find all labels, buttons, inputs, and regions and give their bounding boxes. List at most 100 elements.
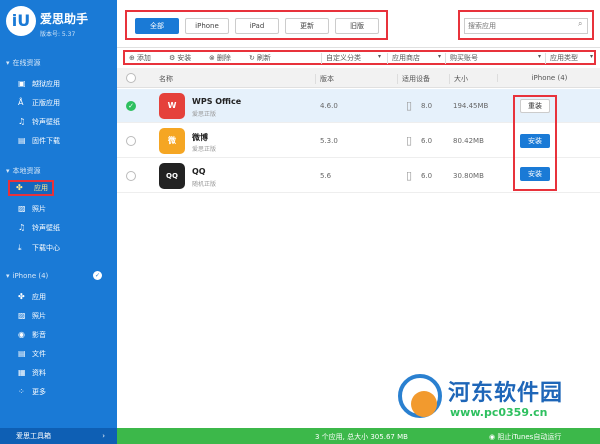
tab-all[interactable]: 全部 xyxy=(135,18,179,34)
app-type-dropdown[interactable]: 应用类型 ▾ xyxy=(545,53,593,64)
tab-ipad[interactable]: iPad xyxy=(235,18,279,34)
media-icon: ◉ xyxy=(18,330,25,339)
watermark-swirl xyxy=(411,391,437,417)
sidebar-item-firmware[interactable]: ▤ 固件下载 xyxy=(4,133,104,149)
chevron-down-icon: ▾ xyxy=(437,53,441,60)
toolbox-button[interactable]: 爱思工具箱 › xyxy=(0,428,117,444)
add-button[interactable]: ⊕ 添加 xyxy=(129,53,151,63)
data-icon: ▦ xyxy=(18,368,26,377)
collapse-icon: ▾ xyxy=(6,167,10,175)
select-all-radio[interactable] xyxy=(126,73,136,83)
header-size[interactable]: 大小 xyxy=(449,74,468,84)
header-name[interactable]: 名称 xyxy=(159,74,173,84)
app-version: 版本号: 5.37 xyxy=(40,31,76,38)
sidebar-item-label: 越狱应用 xyxy=(32,80,60,88)
sidebar-item-ringtones-local[interactable]: ♫ 铃声壁纸 xyxy=(4,220,104,236)
reinstall-button[interactable]: 重装 xyxy=(520,99,550,113)
row-radio[interactable] xyxy=(126,136,136,146)
header-device[interactable]: 适用设备 xyxy=(397,74,430,84)
row-checked-radio[interactable]: ✓ xyxy=(126,101,136,111)
install-label: 安装 xyxy=(177,54,192,62)
more-icon: ⁘ xyxy=(18,387,25,396)
dropdown-label: 购买账号 xyxy=(450,54,478,62)
custom-category-dropdown[interactable]: 自定义分类 ▾ xyxy=(321,53,381,64)
ringtone-icon: ♫ xyxy=(18,223,26,232)
sidebar-item-label: 文件 xyxy=(32,350,46,358)
row-radio[interactable] xyxy=(126,171,136,181)
install-weibo-button[interactable]: 安装 xyxy=(520,134,550,148)
tab-iphone[interactable]: iPhone xyxy=(185,18,229,34)
app-logo: iU xyxy=(6,6,36,36)
app-source: 爱思正版 xyxy=(192,111,217,118)
sidebar-item-label: 正版应用 xyxy=(32,99,60,107)
section-device[interactable]: ▾ iPhone (4) xyxy=(6,272,48,280)
sidebar-item-label: 照片 xyxy=(32,205,46,213)
iphone-device-icon: ▯ xyxy=(406,169,413,182)
jailbreak-icon: ▣ xyxy=(18,79,26,88)
tab-updates[interactable]: 更新 xyxy=(285,18,329,34)
install-button[interactable]: ⚙ 安装 xyxy=(169,53,191,63)
app-size: 30.80MB xyxy=(453,172,484,180)
section-local-label: 本地资源 xyxy=(12,167,41,175)
app-version: 5.3.0 xyxy=(320,137,338,145)
sidebar-item-device-photos[interactable]: ▨ 照片 xyxy=(4,308,104,324)
sidebar-item-download-center[interactable]: ⤓ 下载中心 xyxy=(4,240,104,256)
refresh-label: 刷新 xyxy=(256,54,271,62)
app-size: 80.42MB xyxy=(453,137,484,145)
app-version: 4.6.0 xyxy=(320,102,338,110)
sidebar-item-label: 更多 xyxy=(32,388,46,396)
install-qq-button[interactable]: 安装 xyxy=(520,167,550,181)
sidebar-item-photos-local[interactable]: ▨ 照片 xyxy=(4,201,104,217)
collapse-icon: ▾ xyxy=(6,272,10,280)
add-label: 添加 xyxy=(136,54,151,62)
ipad-device-icon: ▯ xyxy=(406,99,413,112)
search-icon[interactable]: ⌕ xyxy=(578,19,582,29)
collapse-icon: ▾ xyxy=(6,59,10,67)
watermark-logo-icon xyxy=(398,374,442,418)
delete-icon: ⊗ xyxy=(209,54,215,62)
app-device-version: 8.0 xyxy=(421,102,433,110)
block-itunes-toggle[interactable]: ◉ 阻止iTunes自动运行 xyxy=(489,432,561,442)
top-bar: 全部 iPhone iPad 更新 旧版 ⌕ xyxy=(117,0,600,48)
app-name: 微博 xyxy=(192,133,208,142)
section-online-label: 在线资源 xyxy=(12,59,41,67)
sidebar-item-genuine-apps[interactable]: Å 正版应用 xyxy=(4,95,104,111)
appstore-icon: Å xyxy=(18,98,24,107)
wps-app-icon: W xyxy=(159,93,185,119)
search-input[interactable] xyxy=(464,18,588,34)
chevron-down-icon: ▾ xyxy=(589,53,593,60)
refresh-button[interactable]: ↻ 刷新 xyxy=(249,53,271,63)
status-bar: 3 个应用, 总大小 305.67 MB ◉ 阻止iTunes自动运行 xyxy=(117,428,600,444)
sidebar-item-device-data[interactable]: ▦ 资料 xyxy=(4,365,104,381)
dropdown-label: 自定义分类 xyxy=(326,54,361,62)
header-version[interactable]: 版本 xyxy=(315,74,334,84)
chevron-right-icon: › xyxy=(102,432,105,440)
sidebar-item-device-media[interactable]: ◉ 影音 xyxy=(4,327,104,343)
sidebar-item-jailbreak-apps[interactable]: ▣ 越狱应用 xyxy=(4,76,104,92)
sidebar-item-apps-local[interactable]: ✤ 应用 xyxy=(8,180,54,196)
sidebar-item-label: 应用 xyxy=(32,293,46,301)
delete-button[interactable]: ⊗ 删除 xyxy=(209,53,231,63)
add-icon: ⊕ xyxy=(129,54,135,62)
section-online[interactable]: ▾ 在线资源 xyxy=(6,58,41,68)
app-name: QQ xyxy=(192,167,206,176)
sidebar-item-device-files[interactable]: ▤ 文件 xyxy=(4,346,104,362)
sidebar-item-label: 照片 xyxy=(32,312,46,320)
app-store-dropdown[interactable]: 应用商店 ▾ xyxy=(387,53,441,64)
ringtone-icon: ♫ xyxy=(18,117,26,126)
app-name: WPS Office xyxy=(192,97,242,106)
sidebar-item-label: 影音 xyxy=(32,331,46,339)
app-name: 爱思助手 xyxy=(40,12,89,26)
sidebar-item-label: 下载中心 xyxy=(32,244,60,252)
sidebar-item-device-more[interactable]: ⁘ 更多 xyxy=(4,384,104,400)
sidebar-item-ringtones-online[interactable]: ♫ 铃声壁纸 xyxy=(4,114,104,130)
tab-old-versions[interactable]: 旧版 xyxy=(335,18,379,34)
apps-icon: ✤ xyxy=(18,292,25,301)
search-box: ⌕ xyxy=(458,10,594,40)
sidebar-item-device-apps[interactable]: ✤ 应用 xyxy=(4,289,104,305)
purchase-account-dropdown[interactable]: 购买账号 ▾ xyxy=(445,53,541,64)
dropdown-label: 应用商店 xyxy=(392,54,420,62)
section-local[interactable]: ▾ 本地资源 xyxy=(6,166,41,176)
photos-icon: ▨ xyxy=(18,204,26,213)
header-iphone: iPhone (4) xyxy=(497,74,597,82)
